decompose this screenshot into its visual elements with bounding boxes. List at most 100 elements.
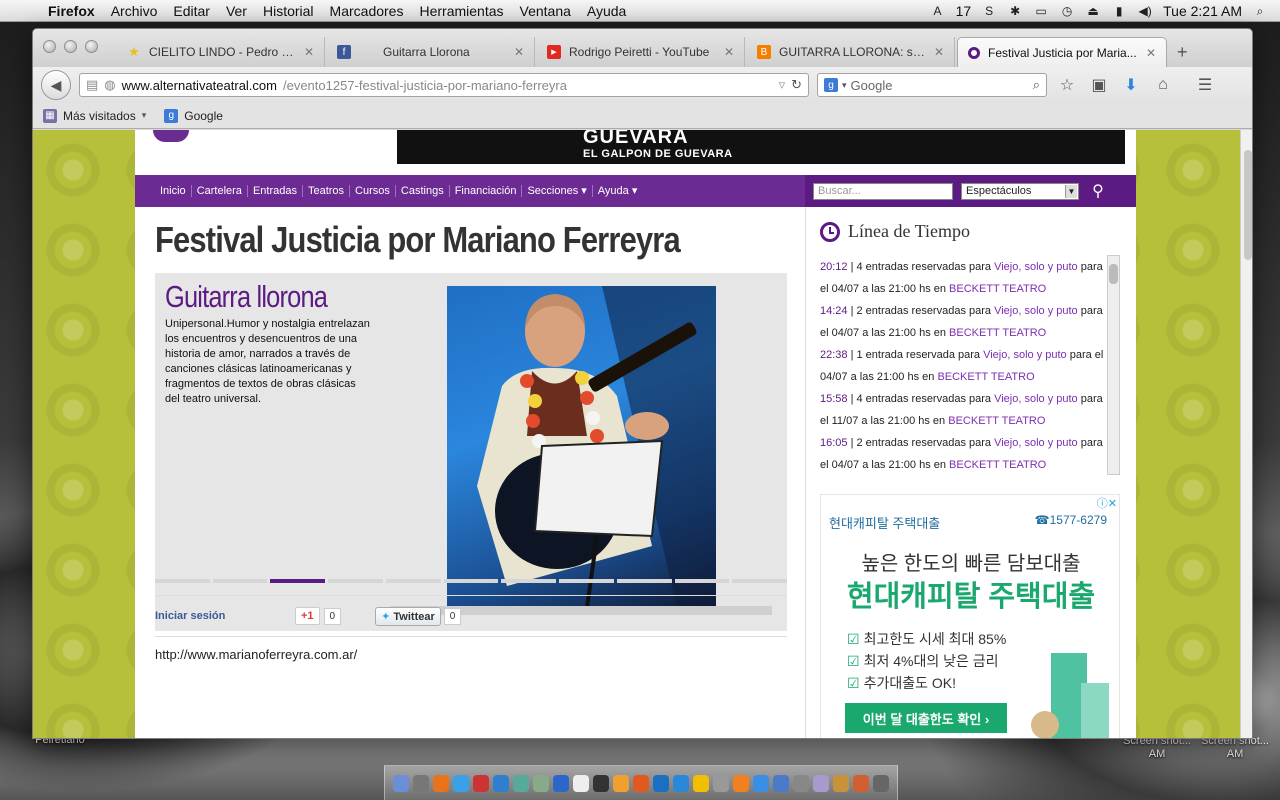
twitter-button[interactable]: ✦ Twittear bbox=[375, 606, 441, 626]
google-plus-button[interactable]: +1 bbox=[295, 607, 320, 625]
ad-cta-button[interactable]: 이번 달 대출한도 확인 › bbox=[845, 703, 1007, 733]
menu-historial[interactable]: Historial bbox=[255, 0, 322, 22]
menu-hamburger-icon[interactable]: ☰ bbox=[1193, 73, 1217, 97]
downloads-icon[interactable]: ⬇ bbox=[1119, 73, 1143, 97]
eject-icon[interactable]: ⏏ bbox=[1085, 4, 1101, 18]
nav-castings[interactable]: Castings bbox=[396, 185, 450, 197]
menu-app[interactable]: Firefox bbox=[40, 0, 103, 22]
menu-clock[interactable]: Tue 2:21 AM bbox=[1163, 3, 1242, 19]
menu-editar[interactable]: Editar bbox=[165, 0, 218, 22]
new-tab-button[interactable]: + bbox=[1177, 42, 1188, 63]
dock-app-icon[interactable] bbox=[613, 774, 629, 792]
tab-youtube[interactable]: ▶ Rodrigo Peiretti - YouTube ✕ bbox=[537, 37, 745, 67]
facebook-login-link[interactable]: Iniciar sesión bbox=[155, 610, 295, 622]
timeline-show-link[interactable]: Viejo, solo y puto bbox=[994, 437, 1078, 449]
dock-app-icon[interactable] bbox=[733, 774, 749, 792]
timeline-show-link[interactable]: Viejo, solo y puto bbox=[994, 305, 1078, 317]
timeline-venue-link[interactable]: BECKETT TEATRO bbox=[949, 459, 1046, 471]
slider-dot[interactable] bbox=[732, 579, 788, 583]
menu-ventana[interactable]: Ventana bbox=[512, 0, 579, 22]
slider-dot[interactable] bbox=[616, 579, 672, 583]
bookmarks-menu-icon[interactable]: ▣ bbox=[1087, 73, 1111, 97]
dock-app-icon[interactable] bbox=[873, 774, 889, 792]
close-tab-icon[interactable]: ✕ bbox=[1146, 46, 1156, 60]
timeline-venue-link[interactable]: BECKETT TEATRO bbox=[937, 371, 1034, 383]
tab-cielito-lindo[interactable]: ★ CIELITO LINDO - Pedro Inf... ✕ bbox=[117, 37, 325, 67]
site-search-button[interactable]: ⚲ bbox=[1087, 180, 1109, 202]
dock-app-icon[interactable] bbox=[713, 774, 729, 792]
spotlight-search-icon[interactable]: ⌕ bbox=[1252, 4, 1268, 18]
dock-app-icon[interactable] bbox=[853, 774, 869, 792]
dock-app-icon[interactable] bbox=[693, 774, 709, 792]
dock-app-icon[interactable] bbox=[753, 774, 769, 792]
scroll-thumb[interactable] bbox=[1244, 150, 1252, 260]
battery-icon[interactable]: ▮ bbox=[1111, 4, 1127, 18]
back-button[interactable]: ◀ bbox=[41, 70, 71, 100]
site-search-category-select[interactable]: Espectáculos ▼ bbox=[961, 182, 1079, 200]
bookmark-google[interactable]: g Google bbox=[164, 108, 223, 123]
status-number[interactable]: 17 bbox=[956, 3, 972, 19]
slider-dot[interactable] bbox=[559, 579, 614, 583]
menu-ver[interactable]: Ver bbox=[218, 0, 255, 22]
menu-archivo[interactable]: Archivo bbox=[103, 0, 166, 22]
top-banner-ad[interactable]: GUEVARA EL GALPON DE GUEVARA bbox=[397, 130, 1125, 164]
display-icon[interactable]: ▭ bbox=[1033, 4, 1049, 18]
site-logo[interactable] bbox=[153, 130, 189, 142]
event-photo[interactable] bbox=[447, 286, 716, 608]
search-engine-dropdown-icon[interactable]: ▾ bbox=[842, 80, 847, 91]
nav-inicio[interactable]: Inicio bbox=[155, 185, 192, 197]
dock-app-icon[interactable] bbox=[653, 774, 669, 792]
close-tab-icon[interactable]: ✕ bbox=[514, 45, 524, 59]
url-bar[interactable]: ▤ ◍ www.alternativateatral.com/evento125… bbox=[79, 73, 809, 97]
time-machine-icon[interactable]: ◷ bbox=[1059, 4, 1075, 18]
nav-entradas[interactable]: Entradas bbox=[248, 185, 303, 197]
bookmark-star-icon[interactable]: ☆ bbox=[1055, 73, 1079, 97]
slider-dot-active[interactable] bbox=[270, 579, 326, 583]
dock-app-icon[interactable] bbox=[833, 774, 849, 792]
slider-dot[interactable] bbox=[155, 579, 210, 583]
slider-dot[interactable] bbox=[212, 579, 268, 583]
tab-festival-active[interactable]: Festival Justicia por Maria... ✕ bbox=[957, 37, 1167, 67]
minimize-window-button[interactable] bbox=[64, 40, 77, 53]
nav-secciones[interactable]: Secciones ▾ bbox=[522, 185, 593, 197]
dock-app-icon[interactable] bbox=[673, 774, 689, 792]
slide-title[interactable]: Guitarra llorona bbox=[165, 279, 328, 315]
search-bar[interactable]: g ▾ Google ⌕ bbox=[817, 73, 1047, 97]
zoom-window-button[interactable] bbox=[85, 40, 98, 53]
nav-cartelera[interactable]: Cartelera bbox=[192, 185, 248, 197]
dock-app-icon[interactable] bbox=[433, 774, 449, 792]
dock-app-icon[interactable] bbox=[393, 774, 409, 792]
dock-app-icon[interactable] bbox=[513, 774, 529, 792]
dock-app-icon[interactable] bbox=[473, 774, 489, 792]
timeline-venue-link[interactable]: BECKETT TEATRO bbox=[949, 327, 1046, 339]
dock-app-icon[interactable] bbox=[533, 774, 549, 792]
skype-icon[interactable]: S bbox=[981, 4, 997, 18]
close-tab-icon[interactable]: ✕ bbox=[724, 45, 734, 59]
ad-info-icon[interactable]: ⓘ✕ bbox=[1094, 495, 1119, 511]
url-dropdown-icon[interactable]: ▿ bbox=[779, 77, 786, 93]
slider-dot[interactable] bbox=[443, 579, 499, 583]
timeline-venue-link[interactable]: BECKETT TEATRO bbox=[949, 283, 1046, 295]
tab-guitarra-llorona-facebook[interactable]: f Guitarra Llorona ✕ bbox=[327, 37, 535, 67]
google-icon[interactable]: g bbox=[824, 78, 838, 92]
timeline-venue-link[interactable]: BECKETT TEATRO bbox=[948, 415, 1045, 427]
nav-financiacion[interactable]: Financiación bbox=[450, 185, 523, 197]
tab-blogger[interactable]: B GUITARRA LLORONA: se vi... ✕ bbox=[747, 37, 955, 67]
slider-dot[interactable] bbox=[328, 579, 383, 583]
volume-icon[interactable]: ◀) bbox=[1137, 4, 1153, 18]
nav-teatros[interactable]: Teatros bbox=[303, 185, 351, 197]
timeline-show-link[interactable]: Viejo, solo y puto bbox=[983, 349, 1067, 361]
search-icon[interactable]: ⌕ bbox=[1033, 77, 1040, 93]
slider-dot[interactable] bbox=[674, 579, 730, 583]
timeline-scrollbar[interactable] bbox=[1107, 255, 1120, 475]
dock-app-icon[interactable] bbox=[773, 774, 789, 792]
site-search-input[interactable]: Buscar... bbox=[813, 182, 953, 200]
nav-cursos[interactable]: Cursos bbox=[350, 185, 396, 197]
close-tab-icon[interactable]: ✕ bbox=[304, 45, 314, 59]
dock-app-icon[interactable] bbox=[453, 774, 469, 792]
sidebar-ad[interactable]: ⓘ✕ 현대캐피탈 주택대출 ☎1577-6279 높은 한도의 빠른 담보대출 … bbox=[820, 494, 1120, 738]
reload-icon[interactable]: ↻ bbox=[791, 77, 802, 93]
menu-marcadores[interactable]: Marcadores bbox=[322, 0, 412, 22]
bookmark-mas-visitados[interactable]: ▦ Más visitados ▾ bbox=[43, 108, 146, 123]
event-website-link[interactable]: http://www.marianoferreyra.com.ar/ bbox=[155, 647, 357, 662]
